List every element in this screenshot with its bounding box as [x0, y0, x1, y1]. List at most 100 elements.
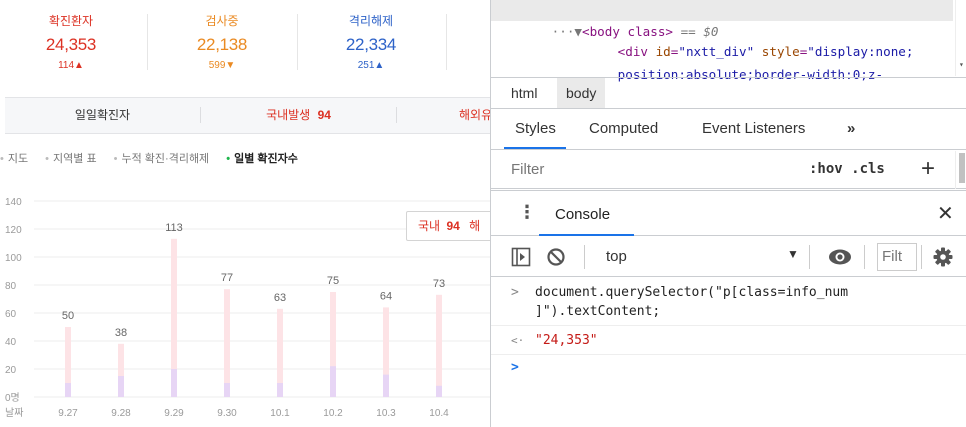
stat-divider — [446, 14, 447, 70]
stat-change: 114▲ — [58, 60, 84, 71]
tab-daily-confirmed[interactable]: 일일확진자 — [5, 98, 200, 133]
clear-console-icon[interactable] — [546, 247, 566, 267]
tooltip-value: 94 — [446, 219, 460, 233]
input-prompt-icon: > — [511, 285, 519, 300]
bar-overseas — [171, 369, 177, 397]
stat-label: 확진환자 — [48, 14, 94, 28]
tab-computed[interactable]: Computed — [589, 120, 658, 137]
more-tabs-icon[interactable]: » — [847, 120, 855, 137]
tab-event-listeners[interactable]: Event Listeners — [702, 120, 805, 137]
console-input-caret[interactable]: > — [511, 360, 519, 375]
bar-value-label: 64 — [380, 290, 392, 302]
subnav-item-cumulative[interactable]: • 누적 확진·격리해제 — [114, 153, 210, 165]
new-style-rule-icon[interactable]: + — [921, 155, 935, 183]
y-tick-label: 100 — [5, 253, 22, 264]
y-tick-label: 20 — [5, 365, 17, 376]
bar-total — [224, 289, 230, 397]
active-tab-underline — [504, 147, 566, 149]
toolbar-divider — [584, 245, 585, 269]
view-subnav: • 지도 • 지역별 표 • 누적 확진·격리해제 • 일별 확진자수 — [0, 150, 312, 168]
y-tick-label: 0명 — [5, 392, 20, 404]
console-output: > document.querySelector("p[class=info_n… — [491, 278, 966, 427]
x-tick-label: 10.1 — [270, 408, 290, 419]
hov-cls-toggle[interactable]: :hov .cls — [809, 161, 885, 177]
subnav-item-map[interactable]: • 지도 — [0, 153, 28, 165]
dom-node-body[interactable]: ···▼<body class> == $0 — [491, 0, 953, 39]
close-icon[interactable]: ✕ — [937, 201, 954, 226]
tab-domestic[interactable]: 국내발생 94 — [201, 98, 396, 133]
y-tick-label: 40 — [5, 337, 17, 348]
settings-gear-icon[interactable] — [933, 247, 953, 267]
tab-console[interactable]: Console — [555, 206, 610, 223]
dom-scrollbar[interactable]: ▾ — [955, 0, 966, 76]
chart-tooltip: 국내 94 해 — [406, 211, 490, 241]
styles-filter-input[interactable]: Filter — [511, 161, 544, 178]
tab-label: 일일확진자 — [74, 108, 131, 122]
x-tick-label: 9.28 — [111, 408, 131, 419]
stat-divider — [297, 14, 298, 70]
bar-value-label: 50 — [62, 310, 74, 322]
stat-released: 격리해제 22,334 251▲ — [311, 12, 431, 71]
live-expression-eye-icon[interactable] — [828, 248, 852, 266]
console-divider — [491, 354, 966, 355]
stat-confirmed: 확진환자 24,353 114▲ — [11, 12, 131, 71]
stat-change: 251▲ — [357, 60, 385, 71]
stat-label: 격리해제 — [348, 14, 394, 28]
styles-scrollbar[interactable] — [955, 151, 966, 189]
tab-label: 해외유 — [459, 108, 490, 122]
bar-value-label: 63 — [274, 292, 286, 304]
y-tick-label: 60 — [5, 309, 17, 320]
styles-filter-bar: Filter :hov .cls + — [491, 151, 966, 189]
stat-divider — [147, 14, 148, 70]
elements-dom-tree: ···▼<body class> == $0 <div id="nxtt_div… — [491, 0, 966, 82]
tab-label: 국내발생 — [266, 108, 311, 122]
context-selector[interactable]: top — [606, 248, 627, 265]
bar-value-label: 73 — [433, 278, 445, 290]
toolbar-divider — [921, 245, 922, 269]
bar-overseas — [330, 366, 336, 397]
tab-count: 94 — [317, 108, 331, 122]
show-sidebar-icon[interactable] — [511, 247, 531, 267]
x-tick-label: 9.29 — [164, 408, 184, 419]
tab-styles[interactable]: Styles — [515, 120, 556, 137]
case-type-tabs: 일일확진자 국내발생 94 해외유 — [5, 97, 490, 134]
tooltip-label: 국내 — [418, 219, 441, 233]
result-arrow-icon: <· — [511, 334, 525, 347]
bullet-icon: • — [45, 153, 50, 165]
active-tab-underline — [539, 234, 634, 236]
crumb-html[interactable]: html — [511, 85, 537, 101]
stat-label: 검사중 — [205, 14, 239, 28]
bar-value-label: 113 — [165, 222, 183, 234]
corona-dashboard-page: 확진환자 24,353 114▲ 검사중 22,138 599▼ 격리해제 22… — [0, 0, 490, 427]
drawer-menu-icon[interactable]: ⋮ — [518, 202, 536, 223]
console-toolbar: top ▼ Filt — [491, 237, 966, 277]
console-input-line: ]").textContent; — [535, 304, 661, 319]
tab-overseas[interactable]: 해외유 — [397, 98, 490, 133]
breadcrumb: html body — [491, 77, 966, 109]
bar-value-label: 75 — [327, 275, 339, 287]
stat-value: 22,334 — [345, 35, 397, 54]
scroll-down-icon[interactable]: ▾ — [959, 60, 964, 69]
stat-value: 22,138 — [196, 35, 248, 54]
bar-overseas — [436, 385, 442, 397]
y-tick-label: 140 — [5, 197, 22, 208]
bar-overseas — [118, 376, 124, 397]
bar-overseas — [383, 374, 389, 397]
console-filter-input[interactable]: Filt — [877, 243, 917, 271]
toolbar-divider — [809, 245, 810, 269]
bar-overseas — [224, 383, 230, 397]
subnav-item-daily[interactable]: • 일별 확진자수 — [226, 153, 298, 165]
context-dropdown-icon[interactable]: ▼ — [787, 247, 799, 261]
x-axis-label: 날짜 — [5, 407, 23, 419]
bullet-icon: • — [113, 153, 118, 165]
stat-change: 599▼ — [208, 60, 236, 71]
crumb-body[interactable]: body — [557, 78, 606, 108]
styles-pane-tabs: Styles Computed Event Listeners » — [491, 110, 966, 150]
y-tick-label: 80 — [5, 281, 17, 292]
scrollbar-thumb[interactable] — [959, 153, 965, 183]
console-result-value: "24,353" — [535, 333, 598, 348]
bar-value-label: 77 — [221, 272, 233, 284]
bar-value-label: 38 — [115, 327, 127, 339]
bullet-icon: • — [0, 153, 4, 165]
subnav-item-region-table[interactable]: • 지역별 표 — [45, 153, 96, 165]
